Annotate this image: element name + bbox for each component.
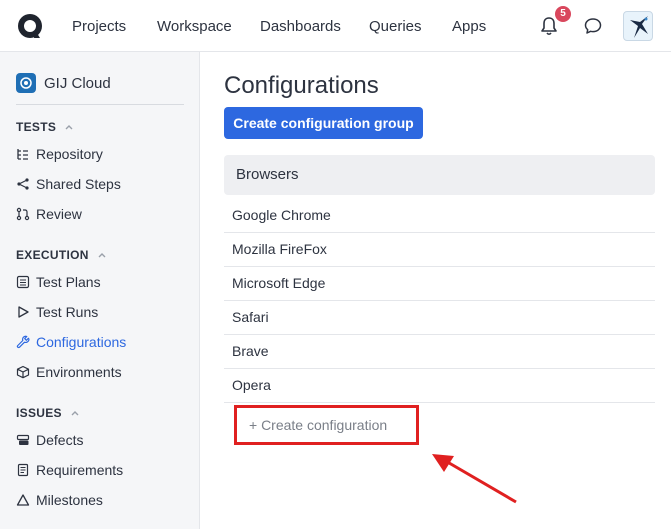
section-execution-label: EXECUTION (16, 248, 89, 262)
sidebar-item-defects[interactable]: Defects (16, 430, 83, 450)
sidebar-item-review[interactable]: Review (16, 204, 82, 224)
avatar-bird-icon (630, 16, 648, 38)
workspace-switcher[interactable]: GIJ Cloud (16, 72, 111, 94)
section-issues-label: ISSUES (16, 406, 62, 420)
sidebar-item-label: Test Plans (36, 274, 101, 290)
user-avatar[interactable] (623, 11, 653, 41)
create-configuration-link[interactable]: + Create configuration (234, 405, 419, 445)
tree-list-icon (17, 149, 28, 160)
config-item[interactable]: Safari (224, 301, 655, 335)
triangle-icon (16, 494, 30, 506)
annotation-arrow-icon (432, 454, 517, 504)
chevron-up-icon (65, 125, 73, 130)
top-navbar: Projects Workspace Dashboards Queries Ap… (0, 0, 671, 52)
pull-request-icon (16, 207, 30, 221)
sidebar-item-test-runs[interactable]: Test Runs (16, 302, 98, 322)
cards-icon (16, 434, 30, 445)
sidebar-item-label: Milestones (36, 492, 103, 508)
sidebar-item-repository[interactable]: Repository (16, 144, 103, 164)
sidebar: GIJ Cloud TESTS Repository Shared Steps … (0, 52, 200, 529)
sidebar-item-label: Repository (36, 146, 103, 162)
config-item[interactable]: Brave (224, 335, 655, 369)
cube-icon (16, 365, 30, 379)
chevron-up-icon (98, 253, 106, 258)
nav-workspace[interactable]: Workspace (157, 18, 232, 35)
workspace-name: GIJ Cloud (44, 74, 111, 92)
sidebar-divider (16, 104, 184, 105)
config-item[interactable]: Google Chrome (224, 199, 655, 233)
config-item[interactable]: Mozilla FireFox (224, 233, 655, 267)
sidebar-item-label: Shared Steps (36, 176, 121, 192)
notification-badge: 5 (555, 6, 571, 22)
sidebar-item-label: Test Runs (36, 304, 99, 320)
share-nodes-icon (17, 178, 29, 190)
config-group-header: Browsers (224, 155, 655, 195)
sidebar-item-configurations[interactable]: Configurations (16, 332, 126, 352)
section-tests[interactable]: TESTS (16, 120, 74, 134)
section-issues[interactable]: ISSUES (16, 406, 80, 420)
sidebar-item-label: Review (36, 206, 82, 222)
chat-icon[interactable] (584, 17, 602, 35)
sidebar-item-environments[interactable]: Environments (16, 362, 122, 382)
config-item[interactable]: Opera (224, 369, 655, 403)
sidebar-item-label: Requirements (36, 462, 124, 478)
app-logo-icon[interactable] (16, 12, 44, 40)
create-configuration-group-button[interactable]: Create configuration group (224, 107, 423, 139)
sidebar-item-label: Environments (36, 364, 122, 380)
nav-dashboards[interactable]: Dashboards (260, 18, 341, 35)
create-configuration-label: + Create configuration (249, 417, 388, 433)
document-icon (17, 463, 29, 477)
list-box-icon (16, 275, 30, 289)
nav-queries[interactable]: Queries (369, 18, 422, 35)
config-item[interactable]: Microsoft Edge (224, 267, 655, 301)
sidebar-item-test-plans[interactable]: Test Plans (16, 272, 101, 292)
chevron-up-icon (71, 411, 79, 416)
sidebar-item-shared-steps[interactable]: Shared Steps (16, 174, 121, 194)
sidebar-item-milestones[interactable]: Milestones (16, 490, 103, 510)
nav-apps[interactable]: Apps (452, 18, 486, 35)
sidebar-item-label: Configurations (36, 334, 127, 350)
section-execution[interactable]: EXECUTION (16, 248, 107, 262)
wrench-icon (16, 335, 30, 349)
sidebar-item-requirements[interactable]: Requirements (16, 460, 123, 480)
sidebar-item-label: Defects (36, 432, 84, 448)
section-tests-label: TESTS (16, 120, 57, 134)
play-icon (18, 306, 29, 318)
workspace-logo-icon (16, 73, 36, 93)
page-title: Configurations (224, 72, 379, 99)
bell-icon[interactable] (540, 16, 558, 36)
nav-projects[interactable]: Projects (72, 18, 126, 35)
